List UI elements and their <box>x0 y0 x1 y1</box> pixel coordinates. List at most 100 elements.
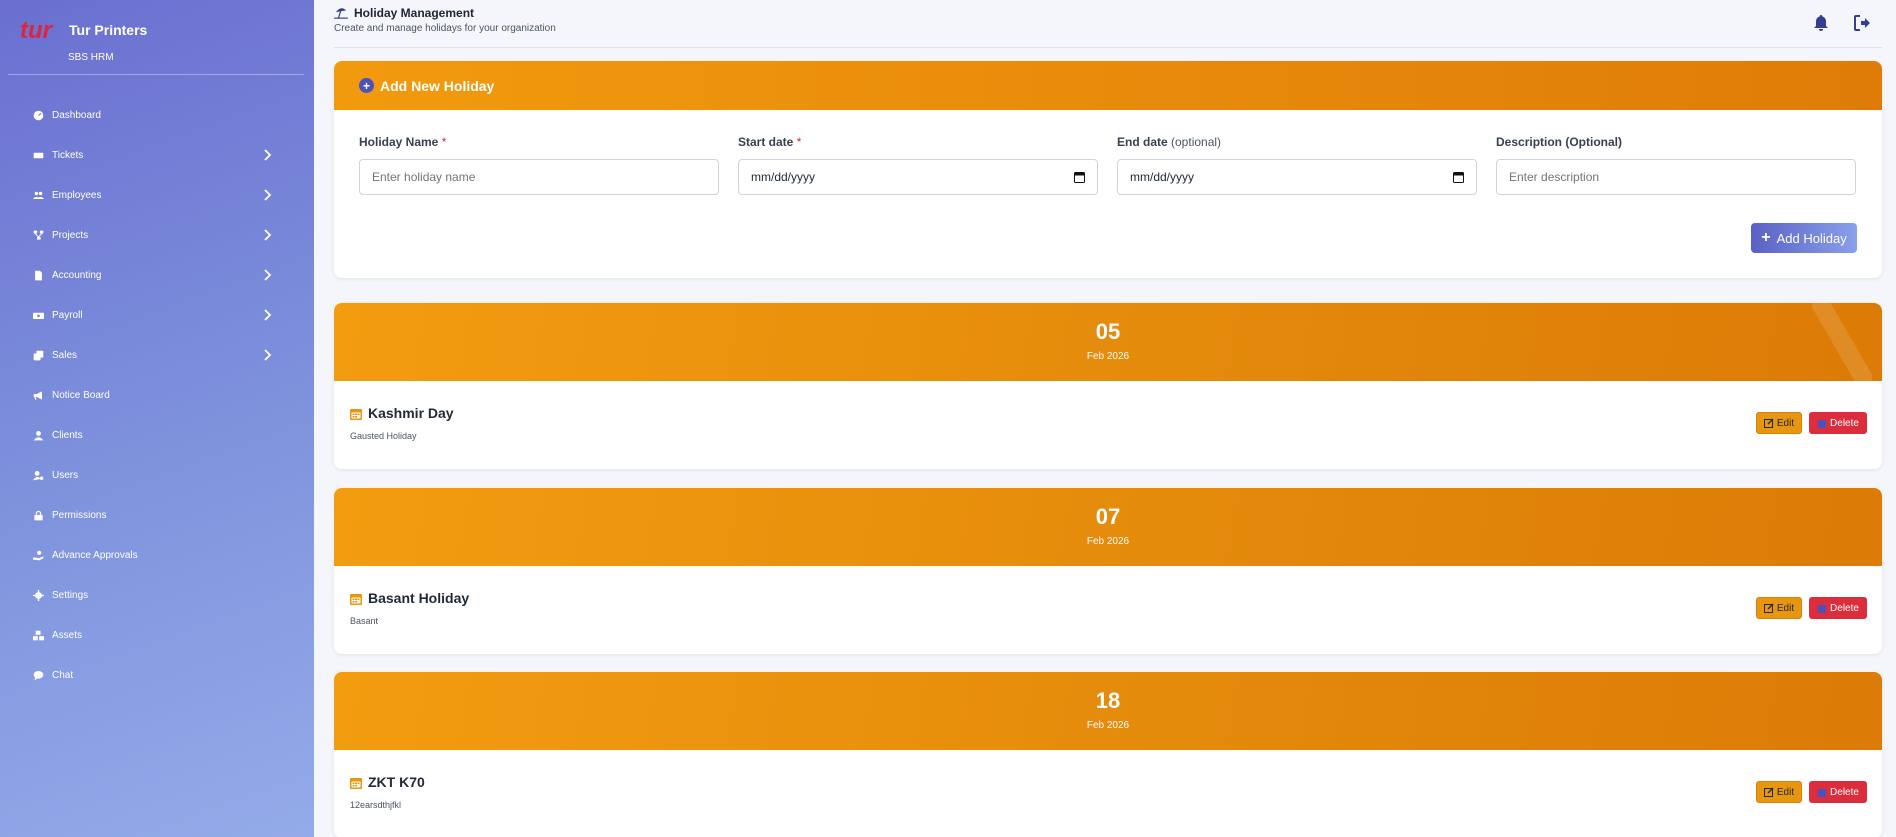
edit-icon <box>1763 418 1774 428</box>
sidebar-item-advance-approvals[interactable]: Advance Approvals <box>0 535 314 575</box>
sidebar-item-label: Accounting <box>52 269 102 281</box>
start-date-input[interactable]: mm/dd/yyyy <box>738 159 1098 195</box>
calendar-icon <box>350 593 362 605</box>
holiday-name: ZKT K70 <box>368 774 425 790</box>
delete-button[interactable]: Delete <box>1809 597 1867 619</box>
holiday-date-banner: 05 Feb 2026 <box>334 303 1882 381</box>
chat-icon <box>32 669 45 682</box>
start-date-value: mm/dd/yyyy <box>751 170 816 184</box>
sidebar-item-label: Users <box>52 469 79 481</box>
delete-button-label: Delete <box>1830 786 1859 798</box>
page-subtitle: Create and manage holidays for your orga… <box>334 23 556 34</box>
gear-icon <box>32 589 45 602</box>
delete-button-label: Delete <box>1830 417 1859 429</box>
add-holiday-button[interactable]: + Add Holiday <box>1751 223 1857 253</box>
holiday-title: ZKT K70 <box>350 774 425 790</box>
holiday-title: Kashmir Day <box>350 405 454 421</box>
sidebar-item-label: Settings <box>52 589 89 601</box>
end-date-input[interactable]: mm/dd/yyyy <box>1117 159 1477 195</box>
trash-icon <box>1818 605 1827 613</box>
description-group: Description (Optional) <box>1496 135 1856 195</box>
sidebar-item-permissions[interactable]: Permissions <box>0 495 314 535</box>
sidebar-item-label: Sales <box>52 349 78 361</box>
brand-name: Tur Printers <box>69 22 148 38</box>
sidebar-item-clients[interactable]: Clients <box>0 415 314 455</box>
chevron-right-icon <box>262 188 272 202</box>
holiday-month: Feb 2026 <box>1086 351 1130 362</box>
edit-button[interactable]: Edit <box>1756 412 1802 434</box>
sidebar-item-employees[interactable]: Employees <box>0 175 314 215</box>
edit-button-label: Edit <box>1776 602 1795 614</box>
sidebar-divider <box>8 74 304 75</box>
lock-icon <box>32 509 45 522</box>
umbrella-beach-icon <box>334 8 348 19</box>
description-label: Description (Optional) <box>1496 135 1622 149</box>
logout-icon[interactable] <box>1853 14 1871 32</box>
chevron-right-icon <box>262 148 272 162</box>
sidebar-item-chat[interactable]: Chat <box>0 655 314 695</box>
holiday-name-input[interactable] <box>359 159 719 195</box>
edit-button[interactable]: Edit <box>1756 597 1802 619</box>
page-title: Holiday Management <box>334 6 474 20</box>
brand[interactable]: tur Tur Printers SBS HRM <box>20 16 310 72</box>
dashboard-icon <box>32 109 45 122</box>
topbar: Holiday Management Create and manage hol… <box>334 0 1882 48</box>
money-icon <box>32 309 45 322</box>
plus-icon: + <box>1761 229 1771 246</box>
sidebar-nav: Dashboard Tickets Employees Projects Acc… <box>0 95 314 695</box>
sidebar-item-label: Dashboard <box>52 109 101 121</box>
sidebar-item-label: Clients <box>52 429 83 441</box>
sidebar-item-settings[interactable]: Settings <box>0 575 314 615</box>
plus-circle-icon: + <box>359 78 374 93</box>
sidebar-item-label: Chat <box>52 669 74 681</box>
required-mark: * <box>796 135 802 149</box>
holiday-name-group: Holiday Name * <box>359 135 719 195</box>
required-mark: * <box>441 135 447 149</box>
edit-button-label: Edit <box>1776 417 1795 429</box>
add-holiday-card: + Add New Holiday Holiday Name * Start d… <box>334 61 1882 278</box>
chevron-right-icon <box>262 348 272 362</box>
brand-subtitle: SBS HRM <box>68 52 114 63</box>
sidebar-item-label: Advance Approvals <box>52 549 138 561</box>
sidebar-item-projects[interactable]: Projects <box>0 215 314 255</box>
sidebar-item-assets[interactable]: Assets <box>0 615 314 655</box>
sidebar-item-payroll[interactable]: Payroll <box>0 295 314 335</box>
sidebar-item-dashboard[interactable]: Dashboard <box>0 95 314 135</box>
start-date-group: Start date * mm/dd/yyyy <box>738 135 1098 195</box>
sidebar-item-tickets[interactable]: Tickets <box>0 135 314 175</box>
svg-text:tur: tur <box>20 17 54 42</box>
add-holiday-header: + Add New Holiday <box>334 61 1882 110</box>
holiday-name-label: Holiday Name * <box>359 135 719 151</box>
sidebar-item-label: Permissions <box>52 509 107 521</box>
bullhorn-icon <box>32 389 45 402</box>
file-icon <box>32 269 45 282</box>
page-title-text: Holiday Management <box>354 6 475 20</box>
start-date-label: Start date * <box>738 135 1098 151</box>
users-icon <box>32 189 45 202</box>
description-input[interactable] <box>1496 159 1856 195</box>
copy-icon <box>32 349 45 362</box>
holiday-month: Feb 2026 <box>1086 536 1130 547</box>
sitemap-icon <box>32 229 45 242</box>
calendar-icon[interactable] <box>1074 171 1085 183</box>
sidebar-item-accounting[interactable]: Accounting <box>0 255 314 295</box>
user-icon <box>32 429 45 442</box>
calendar-icon[interactable] <box>1453 171 1464 183</box>
add-holiday-button-label: Add Holiday <box>1776 230 1847 246</box>
trash-icon <box>1818 789 1827 797</box>
delete-button[interactable]: Delete <box>1809 412 1867 434</box>
sidebar-item-label: Notice Board <box>52 389 110 401</box>
end-date-label: End date (optional) <box>1117 135 1477 151</box>
chevron-right-icon <box>262 308 272 322</box>
calendar-icon <box>350 408 362 420</box>
sidebar-item-label: Projects <box>52 229 89 241</box>
edit-button[interactable]: Edit <box>1756 781 1802 803</box>
edit-icon <box>1763 603 1774 613</box>
delete-button[interactable]: Delete <box>1809 781 1867 803</box>
sidebar-item-notice-board[interactable]: Notice Board <box>0 375 314 415</box>
optional-hint: (optional) <box>1171 135 1222 149</box>
sidebar-item-users[interactable]: Users <box>0 455 314 495</box>
bell-icon[interactable] <box>1812 14 1830 32</box>
sidebar-item-sales[interactable]: Sales <box>0 335 314 375</box>
sidebar-item-label: Tickets <box>52 149 84 161</box>
